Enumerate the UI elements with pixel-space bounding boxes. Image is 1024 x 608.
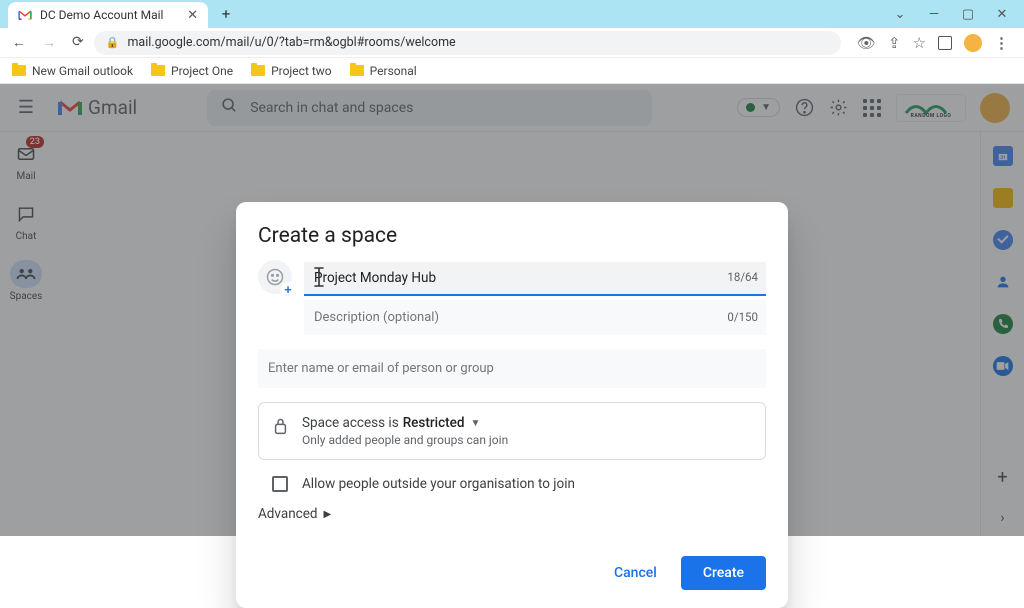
reload-button[interactable]: ⟳ [72, 34, 84, 51]
folder-icon [12, 65, 26, 76]
bookmark-item[interactable]: New Gmail outlook [12, 64, 133, 78]
allow-external-row[interactable]: Allow people outside your organisation t… [258, 472, 766, 496]
description-input[interactable] [304, 300, 766, 335]
url-field[interactable]: 🔒 mail.google.com/mail/u/0/?tab=rm&ogbl#… [94, 31, 841, 55]
bookmarks-bar: New Gmail outlook Project One Project tw… [0, 58, 1024, 84]
bookmark-item[interactable]: Personal [350, 64, 417, 78]
bookmark-label: Personal [370, 64, 417, 78]
app-area: ☰ Gmail Search in chat and spaces ▼ [0, 84, 1024, 536]
close-window-icon[interactable]: ✕ [994, 7, 1010, 22]
cancel-button[interactable]: Cancel [600, 556, 671, 590]
access-subtitle: Only added people and groups can join [302, 433, 508, 447]
folder-icon [251, 65, 265, 76]
tab-title: DC Demo Account Mail [40, 8, 163, 22]
tab-strip: DC Demo Account Mail ✕ + [0, 0, 238, 28]
modal-footer: Cancel Create [258, 556, 766, 590]
browser-menu-icon[interactable]: ⋮ [994, 34, 1010, 52]
browser-tab[interactable]: DC Demo Account Mail ✕ [8, 2, 208, 28]
bookmark-star-icon[interactable]: ☆ [913, 34, 926, 52]
minimize-icon[interactable]: — [926, 7, 942, 22]
bookmark-item[interactable]: Project two [251, 64, 332, 78]
address-bar-icons: 👁 ⇪ ☆ ⋮ [851, 34, 1016, 52]
nav-arrows: ← → ⟳ [8, 34, 84, 51]
bookmark-label: Project One [171, 64, 233, 78]
advanced-toggle[interactable]: Advanced ▶ [258, 506, 766, 522]
close-tab-icon[interactable]: ✕ [187, 8, 198, 23]
bookmark-label: New Gmail outlook [32, 64, 133, 78]
name-char-count: 18/64 [727, 270, 758, 284]
bookmark-item[interactable]: Project One [151, 64, 233, 78]
new-tab-button[interactable]: + [214, 2, 238, 26]
lock-icon [273, 417, 288, 439]
access-label-line: Space access is Restricted ▼ [302, 415, 508, 431]
create-space-modal: Create a space + 18/64 0/150 Spac [236, 202, 788, 608]
caret-down-icon: ▼ [470, 418, 480, 429]
checkbox-unchecked[interactable] [272, 476, 288, 492]
window-controls: ⌄ — ▢ ✕ [892, 0, 1024, 28]
eye-icon[interactable]: 👁 [857, 34, 876, 52]
lock-icon: 🔒 [106, 36, 120, 49]
maximize-icon[interactable]: ▢ [960, 7, 976, 22]
triangle-right-icon: ▶ [324, 509, 332, 520]
address-bar: ← → ⟳ 🔒 mail.google.com/mail/u/0/?tab=rm… [0, 28, 1024, 58]
forward-button: → [42, 34, 56, 51]
advanced-label: Advanced [258, 506, 318, 522]
chevron-down-icon[interactable]: ⌄ [892, 7, 908, 22]
profile-avatar-small[interactable] [964, 34, 982, 52]
folder-icon [350, 65, 364, 76]
browser-titlebar: DC Demo Account Mail ✕ + ⌄ — ▢ ✕ [0, 0, 1024, 28]
space-access-dropdown[interactable]: Space access is Restricted ▼ Only added … [258, 402, 766, 460]
folder-icon [151, 65, 165, 76]
add-emoji-button[interactable]: + [258, 260, 292, 294]
allow-external-label: Allow people outside your organisation t… [302, 476, 575, 492]
gmail-favicon [18, 8, 32, 22]
share-icon[interactable]: ⇪ [888, 34, 901, 52]
url-text: mail.google.com/mail/u/0/?tab=rm&ogbl#ro… [127, 35, 455, 50]
people-input[interactable] [258, 349, 766, 388]
plus-badge-icon: + [281, 282, 295, 296]
modal-title: Create a space [258, 224, 766, 248]
space-name-input[interactable] [304, 262, 766, 296]
extensions-icon[interactable] [938, 36, 952, 50]
back-button[interactable]: ← [12, 34, 26, 51]
bookmark-label: Project two [271, 64, 332, 78]
create-button[interactable]: Create [681, 556, 766, 590]
desc-char-count: 0/150 [727, 310, 758, 324]
